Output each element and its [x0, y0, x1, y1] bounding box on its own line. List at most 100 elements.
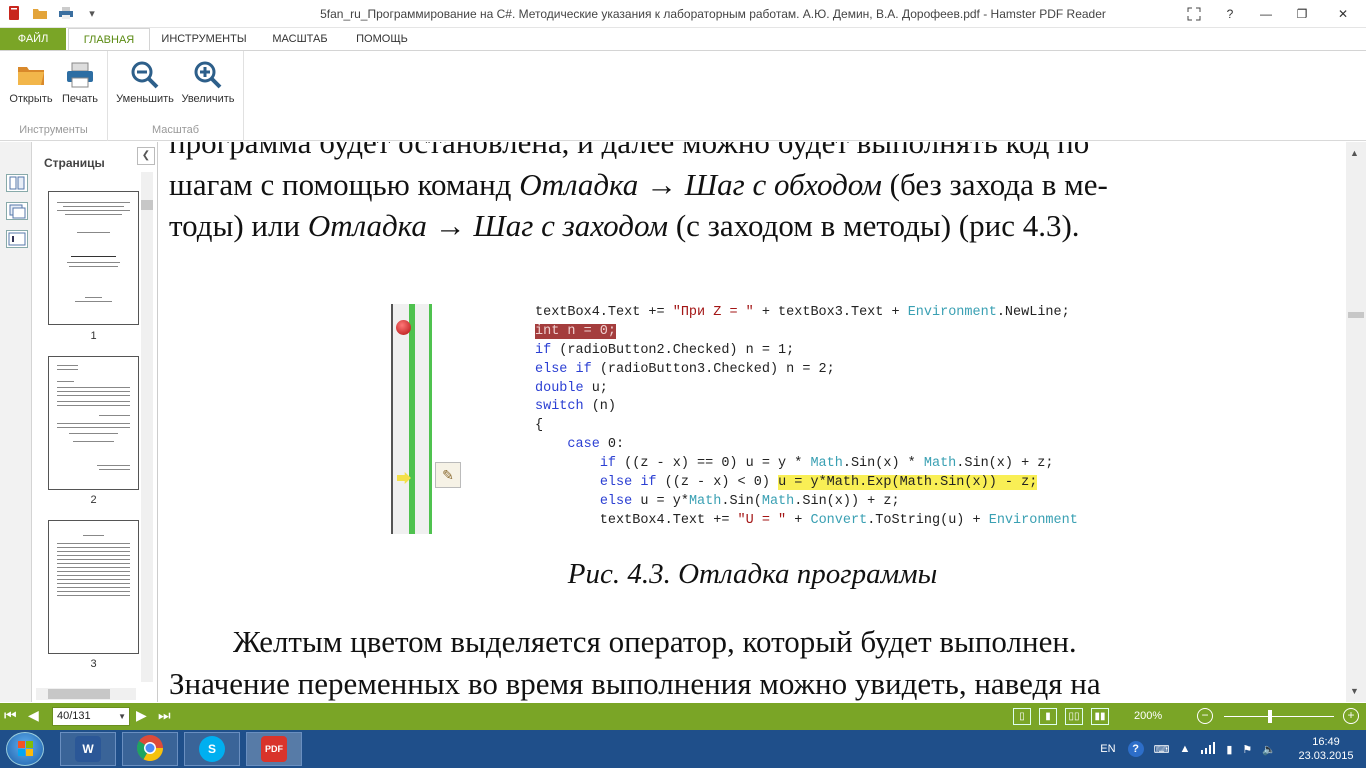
- code-token: .Sin(x) *: [842, 456, 924, 472]
- code-token: textBox4.Text +=: [535, 305, 673, 320]
- page-number-value: 40/131: [57, 710, 91, 722]
- tab-help[interactable]: ПОМОЩЬ: [348, 28, 416, 50]
- edit-pencil-icon: ✎: [435, 462, 461, 488]
- pages-panel-button[interactable]: [6, 174, 28, 192]
- ribbon-group-label-tools: Инструменты: [19, 124, 88, 136]
- text-segment: тоды) или: [169, 208, 308, 243]
- status-bar: ⏮ ◀ 40/131 ▼ ▶ ⏭ ▯ ▮ ▯▯ ▮▮ 200% − +: [0, 703, 1366, 730]
- restore-button[interactable]: ❐: [1284, 0, 1320, 28]
- pages-horizontal-scrollbar[interactable]: [36, 688, 136, 700]
- code-token: + textBox3.Text +: [753, 305, 908, 320]
- bookmarks-icon: [9, 204, 26, 219]
- code-token: "При Z = ": [672, 305, 754, 320]
- tab-tools[interactable]: ИНСТРУМЕНТЫ: [156, 28, 252, 50]
- scroll-thumb[interactable]: [1348, 312, 1364, 318]
- code-token: {: [535, 418, 544, 434]
- close-button[interactable]: ✕: [1320, 0, 1366, 28]
- code-token: .ToString(u) +: [867, 512, 989, 528]
- minimize-button[interactable]: —: [1248, 0, 1284, 28]
- zoom-out-button[interactable]: Уменьшить: [116, 57, 174, 105]
- figure-caption: Рис. 4.3. Отладка программы: [567, 558, 938, 590]
- zoom-in-button[interactable]: Увеличить: [178, 57, 238, 105]
- breakpoint-icon: [396, 320, 411, 335]
- code-token: int n = 0;: [535, 323, 617, 339]
- clock[interactable]: 16:49 23.03.2015: [1286, 735, 1366, 763]
- fullscreen-button[interactable]: [1176, 0, 1212, 28]
- code-line: else if ((z - x) < 0) u = y*Math.Exp(Mat…: [535, 474, 1078, 493]
- code-token: Math: [688, 493, 722, 509]
- zoom-slider[interactable]: [1224, 716, 1334, 717]
- language-indicator[interactable]: EN: [1100, 743, 1115, 755]
- code-line: else u = y*Math.Sin(Math.Sin(x)) + z;: [535, 493, 1078, 512]
- open-button[interactable]: Открыть: [4, 57, 58, 105]
- chevron-down-icon[interactable]: ▼: [118, 708, 126, 725]
- tab-zoom[interactable]: МАСШТАБ: [262, 28, 338, 50]
- page-thumbnail-number: 1: [90, 330, 97, 342]
- code-token: +: [786, 512, 811, 528]
- text-segment: шагам с помощью команд: [169, 167, 520, 202]
- start-button[interactable]: [6, 732, 44, 766]
- zoom-in-icon: [178, 57, 238, 93]
- taskbar-app-skype[interactable]: S: [184, 732, 240, 766]
- first-page-icon[interactable]: ⏮: [4, 707, 17, 724]
- keyboard-icon[interactable]: ⌨: [1154, 743, 1170, 756]
- battery-icon[interactable]: ▮: [1226, 743, 1232, 756]
- tab-file[interactable]: ФАЙЛ: [0, 28, 66, 50]
- continuous-view-icon[interactable]: ▮: [1039, 708, 1057, 725]
- page-thumbnail-number: 3: [90, 658, 97, 670]
- document-text-line: Желтым цветом выделяется оператор, котор…: [169, 624, 1329, 660]
- outline-panel-button[interactable]: [6, 230, 28, 248]
- last-page-icon[interactable]: ⏭: [158, 707, 171, 724]
- skype-icon: S: [199, 736, 225, 762]
- code-token: else: [599, 493, 633, 509]
- scroll-down-icon[interactable]: ▼: [1350, 686, 1359, 696]
- single-page-view-icon[interactable]: ▯: [1013, 708, 1031, 725]
- zoom-slider-handle[interactable]: [1268, 710, 1273, 723]
- collapse-panel-button[interactable]: ❮: [137, 147, 155, 165]
- code-token: Math: [923, 456, 957, 472]
- volume-icon[interactable]: 🔈: [1262, 743, 1276, 756]
- tab-home[interactable]: ГЛАВНАЯ: [68, 28, 150, 51]
- code-token: .Sin(x) + z;: [956, 456, 1054, 472]
- taskbar-app-word[interactable]: W: [60, 732, 116, 766]
- zoom-out-label: Уменьшить: [116, 93, 174, 105]
- page-thumbnail-2[interactable]: [48, 356, 139, 490]
- bookmarks-panel-button[interactable]: [6, 202, 28, 220]
- ribbon-group-zoom: Уменьшить Увеличить Масштаб: [108, 51, 244, 141]
- show-hidden-icons-icon[interactable]: ▲: [1179, 743, 1190, 755]
- ribbon-group-tools: Открыть Печать Инструменты: [0, 51, 108, 141]
- next-page-icon[interactable]: ▶: [136, 707, 147, 724]
- code-token: .Sin(: [721, 493, 762, 509]
- pages-vertical-scrollbar[interactable]: [141, 172, 153, 682]
- page-thumbnail-1[interactable]: [48, 191, 139, 325]
- help-icon[interactable]: ?: [1127, 741, 1144, 757]
- page-thumbnail-3[interactable]: [48, 520, 139, 654]
- zoom-in-label: Увеличить: [181, 93, 235, 105]
- print-button[interactable]: Печать: [53, 57, 107, 105]
- chrome-icon: [136, 734, 164, 765]
- code-line: switch (n): [535, 398, 1078, 417]
- document-view[interactable]: программа будет остановлена, и далее мож…: [159, 142, 1346, 702]
- open-button-label: Открыть: [9, 93, 53, 105]
- ribbon: Открыть Печать Инструменты Уменьшить Уве…: [0, 50, 1366, 141]
- code-line: textBox4.Text += "При Z = " + textBox3.T…: [535, 304, 1078, 323]
- code-token: 0:: [599, 437, 625, 453]
- action-center-flag-icon[interactable]: ⚑: [1242, 743, 1252, 756]
- document-vertical-scrollbar[interactable]: ▲ ▼: [1346, 142, 1366, 702]
- page-number-input[interactable]: 40/131 ▼: [52, 707, 130, 726]
- code-token: if: [535, 342, 552, 358]
- text-segment: Значение переменных во время выполнения …: [169, 666, 1101, 701]
- taskbar-app-pdf-reader[interactable]: PDF: [246, 732, 302, 766]
- text-segment: (с заходом в методы) (рис 4.3).: [668, 208, 1080, 243]
- help-button[interactable]: ?: [1212, 0, 1248, 28]
- zoom-level-text: 200%: [1134, 710, 1163, 722]
- document-text-line: программа будет остановлена, и далее мож…: [169, 142, 1329, 161]
- two-page-continuous-view-icon[interactable]: ▮▮: [1091, 708, 1109, 725]
- scroll-up-icon[interactable]: ▲: [1350, 148, 1359, 158]
- network-icon[interactable]: [1200, 741, 1216, 757]
- zoom-plus-button[interactable]: +: [1343, 708, 1359, 724]
- prev-page-icon[interactable]: ◀: [28, 707, 39, 724]
- zoom-minus-button[interactable]: −: [1197, 708, 1213, 724]
- two-page-view-icon[interactable]: ▯▯: [1065, 708, 1083, 725]
- taskbar-app-chrome[interactable]: [122, 732, 178, 766]
